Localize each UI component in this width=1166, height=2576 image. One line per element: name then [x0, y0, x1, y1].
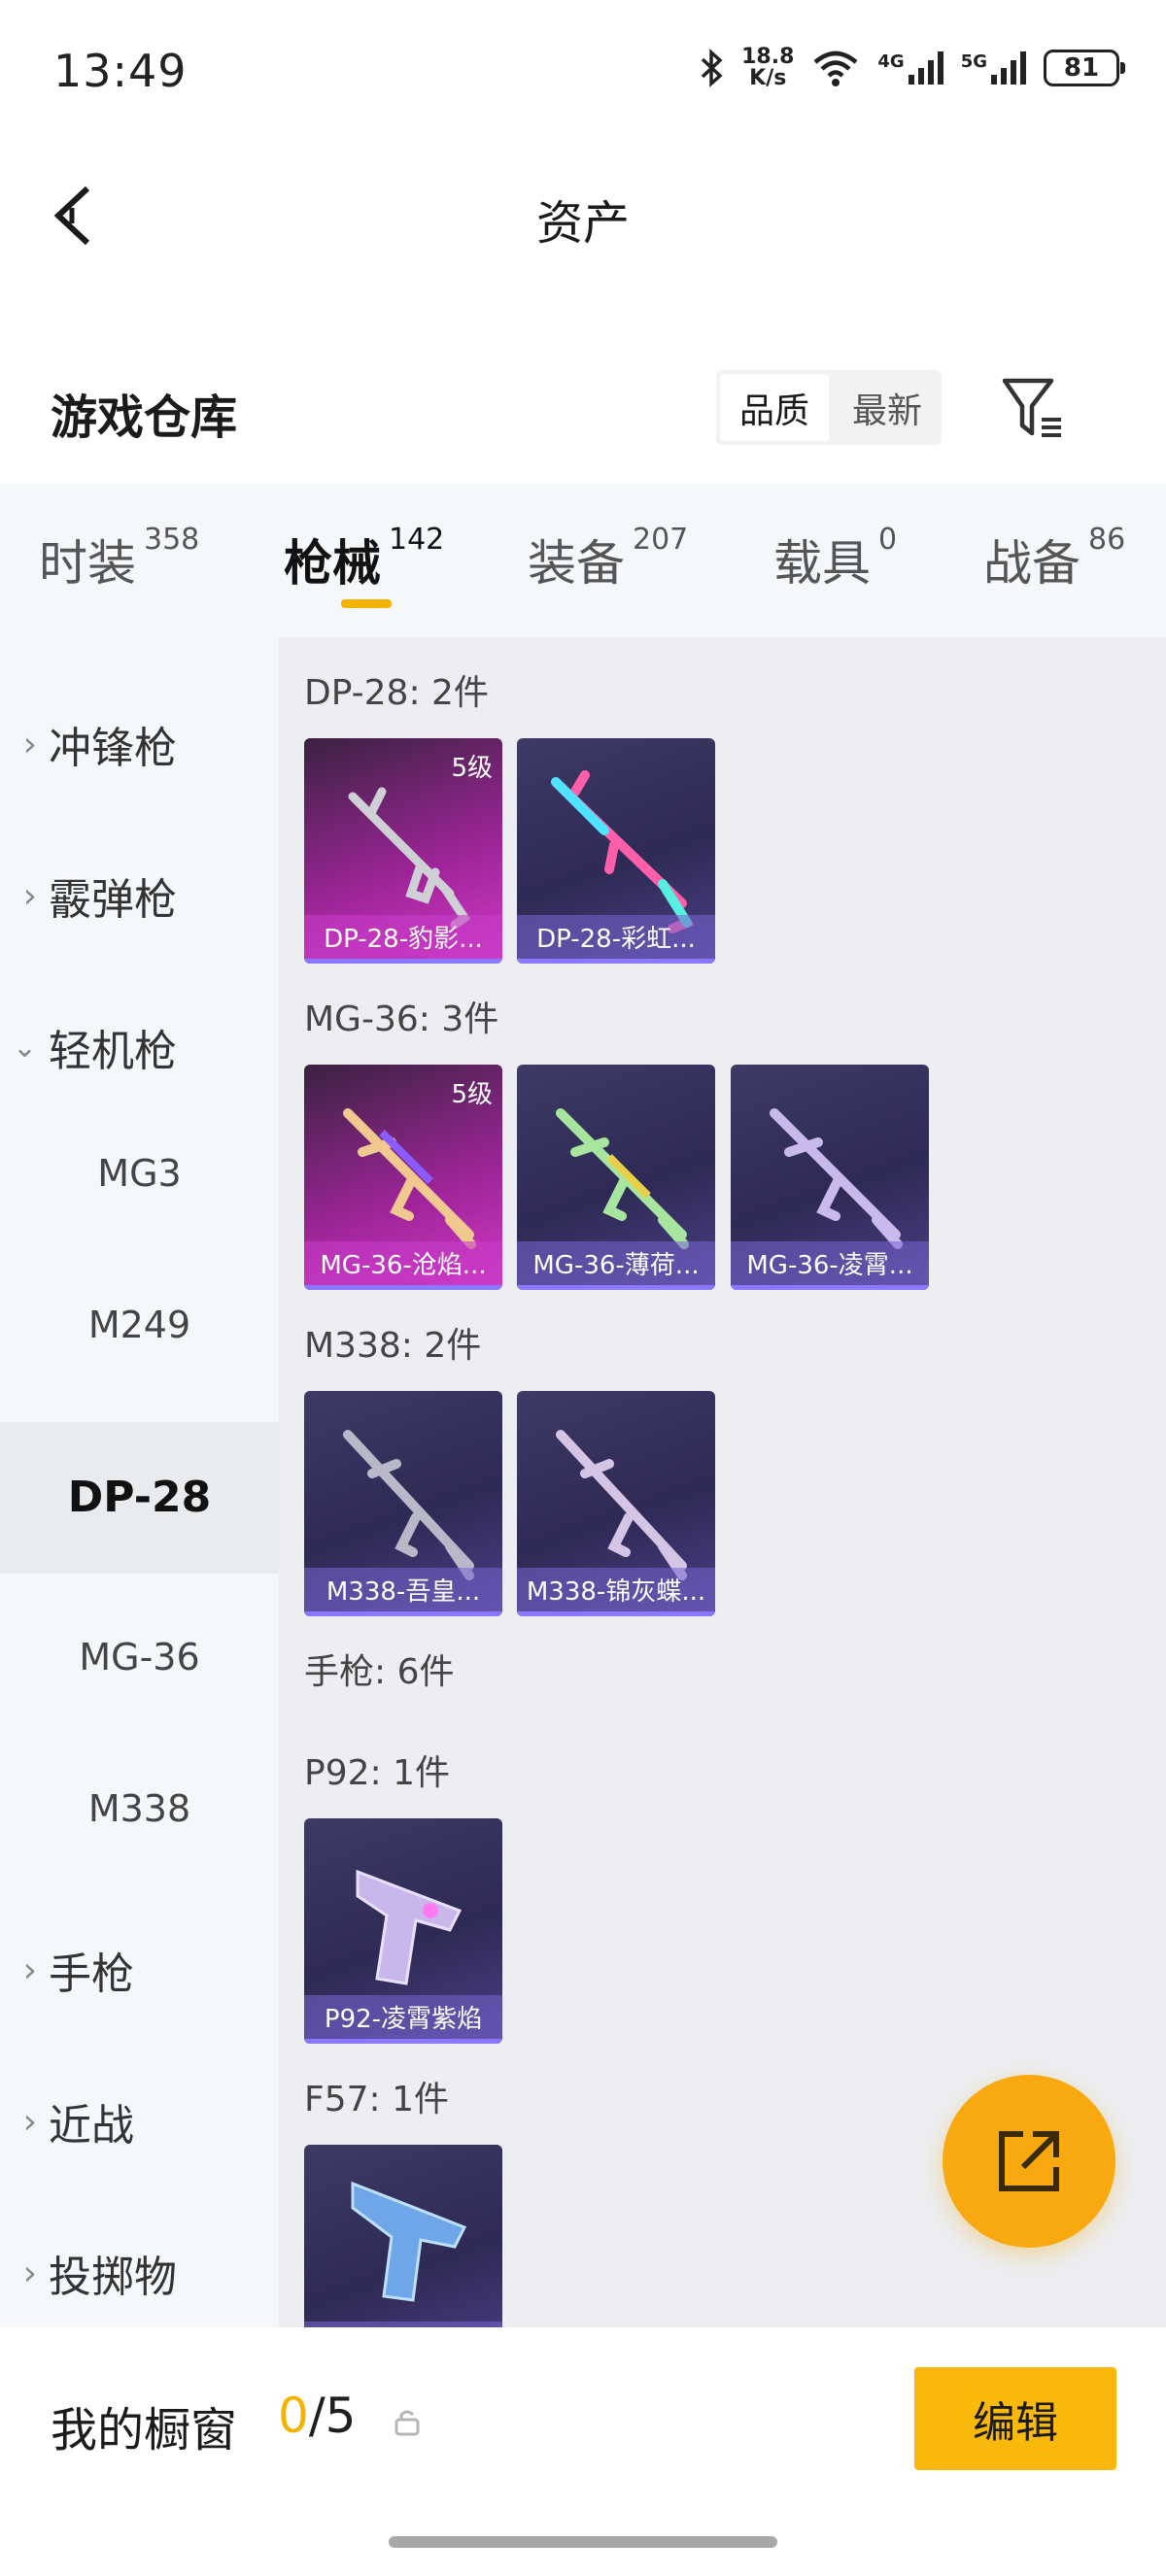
- sidebar-item-lmg[interactable]: ⌄ 轻机枪: [0, 999, 279, 1096]
- warehouse-title: 游戏仓库: [51, 390, 238, 445]
- signal-5g: 5G: [961, 51, 1026, 85]
- signal-4g-label: 4G: [877, 51, 905, 72]
- page-title: 资产: [535, 196, 630, 251]
- tab-count: 358: [144, 523, 200, 557]
- showcase-label: 我的橱窗: [51, 2403, 238, 2457]
- tab-label: 枪械: [284, 535, 381, 592]
- tab-count: 207: [633, 523, 689, 557]
- net-speed-unit: K/s: [749, 66, 787, 90]
- item-card[interactable]: MG-36-薄荷...: [517, 1065, 715, 1290]
- chevron-right-icon: ›: [22, 2101, 37, 2142]
- sidebar-item-melee[interactable]: › 近战: [0, 2073, 279, 2170]
- item-name: M338-锦灰蝶...: [517, 1568, 715, 1616]
- chevron-right-icon: ›: [22, 2253, 37, 2293]
- signal-bars-icon: [908, 51, 943, 85]
- signal-4g: 4G: [877, 51, 943, 85]
- tab-equipment[interactable]: 装备 207: [528, 523, 689, 594]
- item-level: 5级: [451, 754, 493, 783]
- showcase-count: 0/5: [278, 2388, 356, 2444]
- item-name: MG-36-沧焰...: [304, 1241, 502, 1290]
- tab-label: 载具: [773, 535, 871, 592]
- tab-label: 装备: [528, 535, 625, 592]
- item-name: DP-28-豹影...: [304, 915, 502, 964]
- lock-icon: [394, 2410, 420, 2436]
- item-card[interactable]: M338-吾皇...: [304, 1391, 502, 1616]
- signal-5g-label: 5G: [960, 51, 987, 72]
- item-name: P92-凌霄紫焰: [304, 1995, 502, 2044]
- showcase-total: /5: [308, 2388, 357, 2444]
- weapon-sidebar: › 冲锋枪 › 霰弹枪 ⌄ 轻机枪 MG3 M249 DP-28 MG-36 M338…: [0, 637, 279, 2327]
- net-speed: 18.8 K/s: [741, 47, 794, 89]
- chevron-right-icon: ›: [22, 875, 37, 916]
- sidebar-item-pistol[interactable]: › 手枪: [0, 1921, 279, 2018]
- sidebar-item-label: 投掷物: [49, 2253, 177, 2302]
- sidebar-item-shotgun[interactable]: › 霰弹枪: [0, 847, 279, 944]
- wifi-icon: [813, 51, 858, 86]
- filter-icon[interactable]: [1001, 375, 1067, 443]
- tab-supplies[interactable]: 战备 86: [983, 523, 1126, 594]
- share-fab[interactable]: [943, 2075, 1115, 2248]
- sort-newest-button[interactable]: 最新: [833, 370, 942, 445]
- item-card[interactable]: M338-锦灰蝶...: [517, 1391, 715, 1616]
- chevron-down-icon: ⌄: [12, 1030, 37, 1065]
- sidebar-sub-mg3[interactable]: MG3: [0, 1125, 279, 1222]
- item-name: MG-36-凌霄...: [731, 1241, 929, 1290]
- sidebar-sub-m249[interactable]: M249: [0, 1276, 279, 1373]
- status-icons: 18.8 K/s 4G 5G 81: [699, 47, 1125, 89]
- item-card[interactable]: P92-凌霄紫焰: [304, 1818, 502, 2044]
- active-tab-indicator: [341, 599, 392, 608]
- sidebar-item-label: 霰弹枪: [49, 875, 177, 925]
- group-label: P92: 1件: [304, 1753, 450, 1793]
- bluetooth-icon: [701, 49, 723, 87]
- sidebar-item-label: 手枪: [49, 1949, 134, 1999]
- item-grid: DP-28: 2件 5级 DP-28-豹影... DP-28-彩虹... MG-…: [279, 637, 1166, 2327]
- item-level: 5级: [451, 1080, 493, 1109]
- sidebar-item-label: 轻机枪: [49, 1027, 177, 1076]
- tab-vehicles[interactable]: 载具 0: [773, 523, 898, 594]
- item-card[interactable]: 5级 MG-36-沧焰...: [304, 1065, 502, 1290]
- tab-count: 0: [878, 523, 898, 557]
- tab-fashion[interactable]: 时装 358: [39, 523, 200, 594]
- tab-count: 142: [389, 523, 445, 557]
- group-label: M338: 2件: [304, 1326, 482, 1366]
- battery-level: 81: [1063, 53, 1100, 83]
- item-card[interactable]: DP-28-彩虹...: [517, 738, 715, 964]
- showcase-current: 0: [278, 2388, 309, 2444]
- tab-count: 86: [1088, 523, 1126, 557]
- tab-label: 时装: [39, 535, 136, 592]
- group-label: MG-36: 3件: [304, 1000, 499, 1039]
- sidebar-sub-dp28[interactable]: DP-28: [0, 1422, 279, 1574]
- tab-label: 战备: [983, 535, 1080, 592]
- signal-bars-icon: [991, 51, 1026, 85]
- tab-firearms[interactable]: 枪械 142: [284, 523, 445, 594]
- item-name: M338-吾皇...: [304, 1568, 502, 1616]
- sidebar-item-label: 冲锋枪: [49, 724, 177, 773]
- sidebar-sub-mg36[interactable]: MG-36: [0, 1609, 279, 1706]
- group-label: DP-28: 2件: [304, 673, 489, 713]
- sidebar-sub-m338[interactable]: M338: [0, 1760, 279, 1857]
- item-name: DP-28-彩虹...: [517, 915, 715, 964]
- section-label: 手枪: 6件: [304, 1652, 455, 1692]
- status-time: 13:49: [53, 45, 188, 97]
- item-card[interactable]: 5级 DP-28-豹影...: [304, 738, 502, 964]
- item-card[interactable]: [304, 2145, 502, 2327]
- item-card[interactable]: MG-36-凌霄...: [731, 1065, 929, 1290]
- group-label: F57: 1件: [304, 2080, 449, 2119]
- chevron-right-icon: ›: [22, 1949, 37, 1990]
- sort-quality-button[interactable]: 品质: [720, 374, 829, 441]
- sort-toggle: 品质 最新: [716, 370, 942, 445]
- home-indicator[interactable]: [389, 2536, 777, 2548]
- edit-button[interactable]: 编辑: [914, 2367, 1116, 2470]
- battery-icon: 81: [1044, 50, 1125, 86]
- external-link-icon: [999, 2131, 1059, 2191]
- sidebar-item-throwable[interactable]: › 投掷物: [0, 2224, 279, 2322]
- pistol-icon: [351, 2181, 467, 2302]
- item-name: MG-36-薄荷...: [517, 1241, 715, 1290]
- chevron-right-icon: ›: [22, 724, 37, 764]
- net-speed-value: 18.8: [741, 45, 795, 69]
- sidebar-item-smg[interactable]: › 冲锋枪: [0, 695, 279, 793]
- sidebar-item-label: 近战: [49, 2101, 134, 2151]
